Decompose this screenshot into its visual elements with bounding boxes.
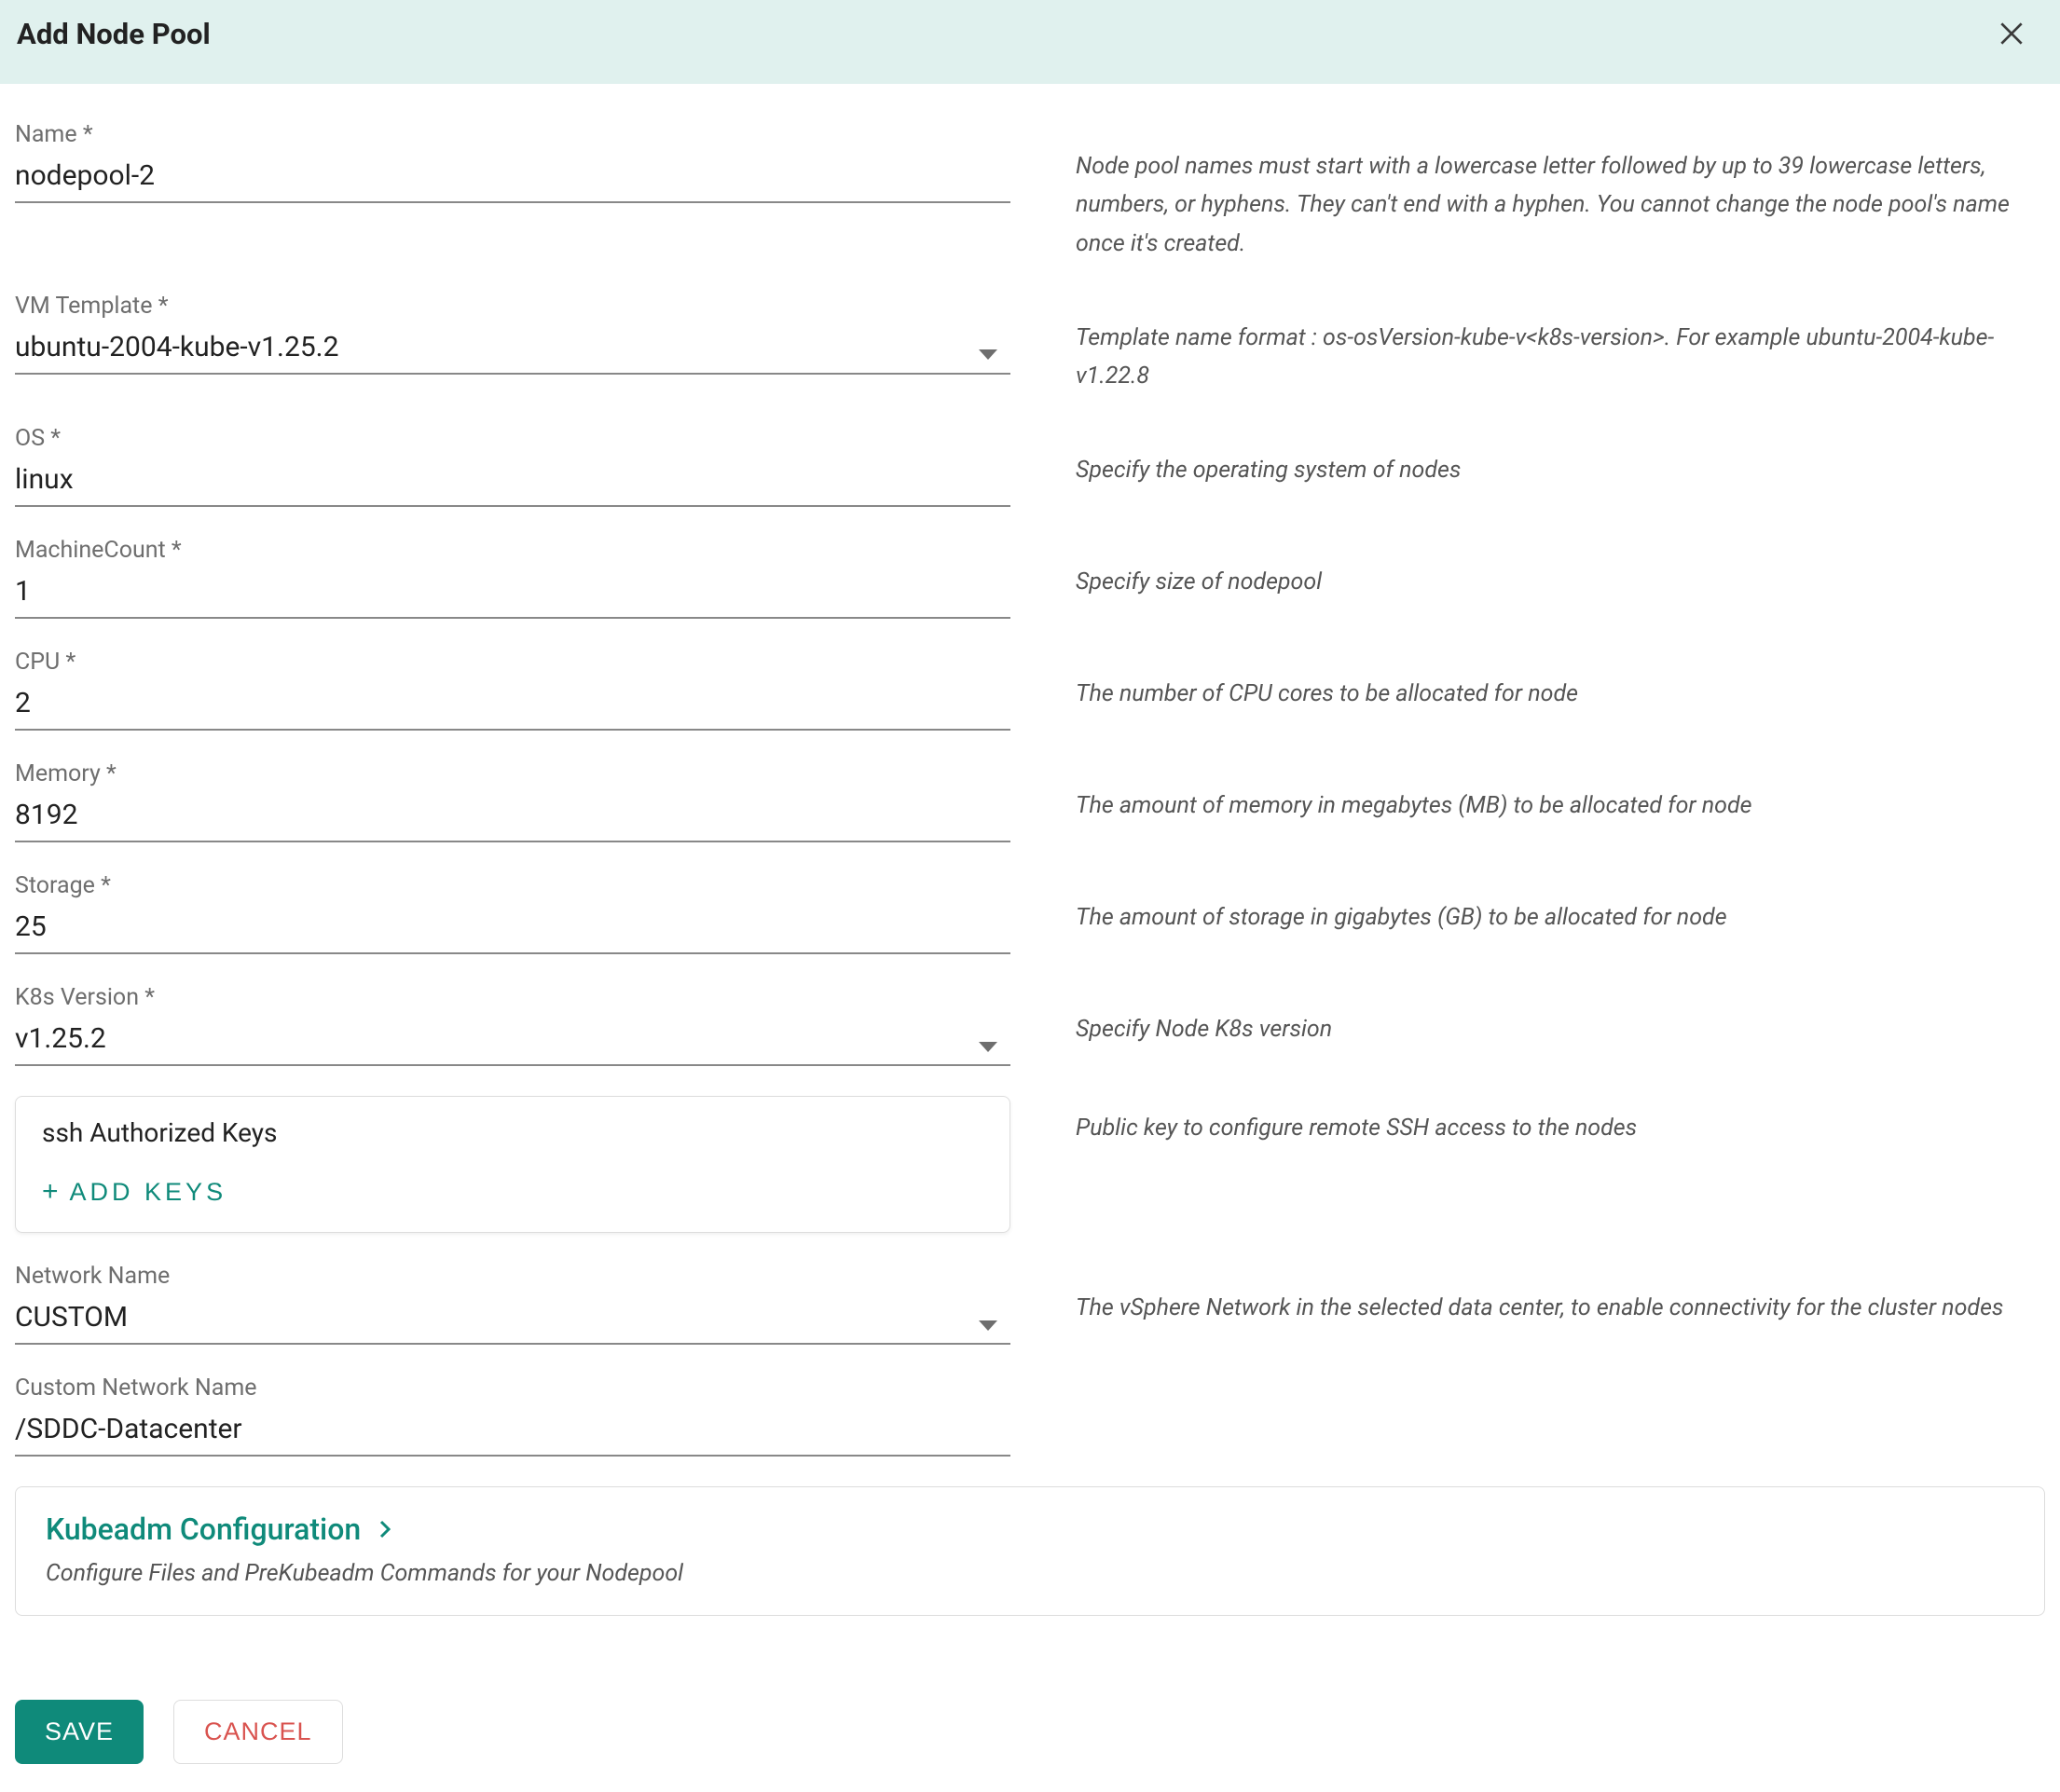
- chevron-right-icon: [374, 1518, 396, 1540]
- kubeadm-desc: Configure Files and PreKubeadm Commands …: [46, 1560, 2014, 1587]
- ssh-keys-help: Public key to configure remote SSH acces…: [1010, 1096, 2045, 1147]
- storage-help: The amount of storage in gigabytes (GB) …: [1010, 872, 2045, 937]
- add-keys-button[interactable]: + ADD KEYS: [42, 1176, 227, 1208]
- memory-label: Memory *: [15, 760, 1010, 787]
- storage-input[interactable]: [15, 905, 1010, 954]
- network-name-label: Network Name: [15, 1263, 1010, 1290]
- dialog-header: Add Node Pool: [0, 0, 2060, 84]
- os-input[interactable]: [15, 458, 1010, 507]
- storage-label: Storage *: [15, 872, 1010, 899]
- memory-help: The amount of memory in megabytes (MB) t…: [1010, 760, 2045, 825]
- name-input[interactable]: [15, 154, 1010, 203]
- plus-icon: +: [42, 1176, 59, 1208]
- vm-template-help: Template name format : os-osVersion-kube…: [1010, 293, 2045, 396]
- ssh-keys-title: ssh Authorized Keys: [42, 1117, 983, 1148]
- memory-input[interactable]: [15, 793, 1010, 842]
- custom-network-input[interactable]: [15, 1407, 1010, 1457]
- vm-template-label: VM Template *: [15, 293, 1010, 320]
- custom-network-label: Custom Network Name: [15, 1375, 1010, 1402]
- cpu-label: CPU *: [15, 649, 1010, 676]
- name-label: Name *: [15, 121, 1010, 148]
- ssh-keys-card: ssh Authorized Keys + ADD KEYS: [15, 1096, 1010, 1233]
- cancel-button[interactable]: CANCEL: [173, 1700, 343, 1764]
- cpu-input[interactable]: [15, 681, 1010, 731]
- kubeadm-card: Kubeadm Configuration Configure Files an…: [15, 1486, 2045, 1616]
- dialog-title: Add Node Pool: [17, 17, 211, 51]
- machine-count-help: Specify size of nodepool: [1010, 537, 2045, 601]
- custom-network-help: [1010, 1375, 2045, 1401]
- k8s-version-select[interactable]: [15, 1017, 1010, 1066]
- machine-count-label: MachineCount *: [15, 537, 1010, 564]
- vm-template-select[interactable]: [15, 325, 1010, 375]
- kubeadm-toggle[interactable]: Kubeadm Configuration: [46, 1512, 2014, 1547]
- machine-count-input[interactable]: [15, 569, 1010, 619]
- kubeadm-title: Kubeadm Configuration: [46, 1512, 361, 1547]
- close-icon[interactable]: [1997, 19, 2026, 48]
- add-keys-label: ADD KEYS: [70, 1178, 227, 1207]
- dialog-footer: SAVE CANCEL: [0, 1653, 2060, 1792]
- name-help: Node pool names must start with a lowerc…: [1010, 121, 2045, 263]
- k8s-version-label: K8s Version *: [15, 984, 1010, 1011]
- k8s-version-help: Specify Node K8s version: [1010, 984, 2045, 1048]
- cpu-help: The number of CPU cores to be allocated …: [1010, 649, 2045, 713]
- save-button[interactable]: SAVE: [15, 1700, 144, 1764]
- network-name-help: The vSphere Network in the selected data…: [1010, 1263, 2045, 1327]
- network-name-select[interactable]: [15, 1295, 1010, 1345]
- os-label: OS *: [15, 425, 1010, 452]
- os-help: Specify the operating system of nodes: [1010, 425, 2045, 489]
